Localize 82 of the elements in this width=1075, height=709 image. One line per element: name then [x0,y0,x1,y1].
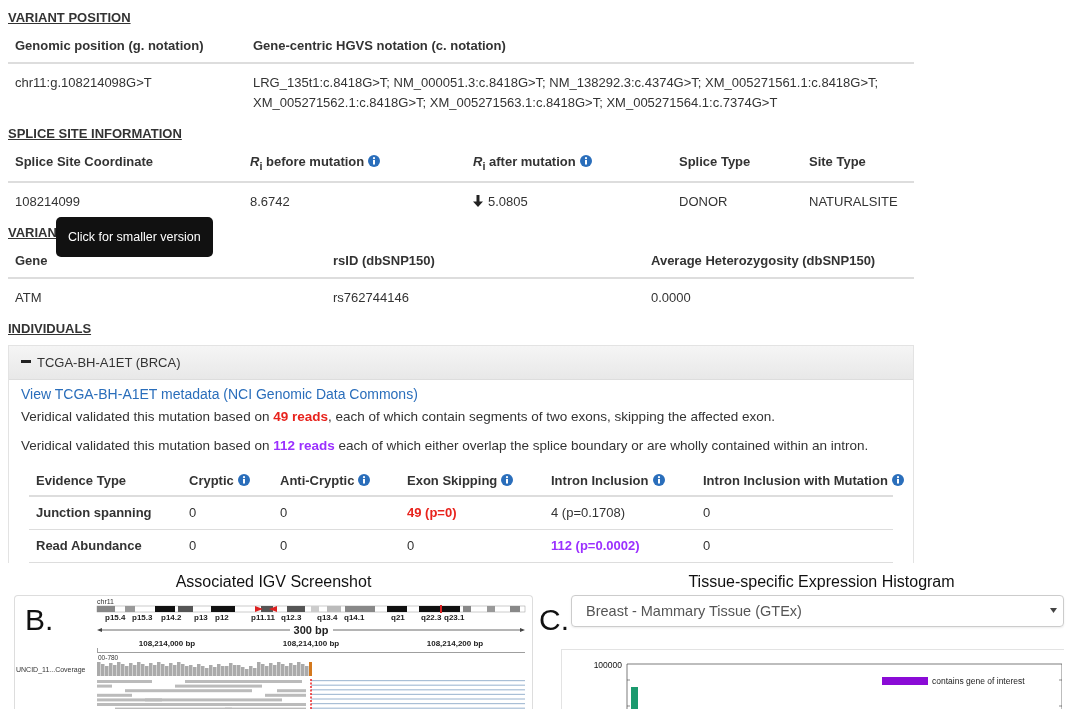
info-icon[interactable] [579,155,592,167]
table-cell: 0 [273,496,400,530]
band-label: p12 [215,612,229,622]
table-cell: 49 (p=0) [400,496,544,530]
figure-title: Tissue-specific Expression Histogram [688,572,955,590]
tissue-dropdown[interactable]: Breast - Mammary Tissue (GTEx) [571,594,1064,627]
table-cell: 4 (p=0.1708) [544,496,696,530]
info-icon[interactable] [358,473,371,486]
metadata-link[interactable]: View TCGA-BH-A1ET metadata (NCI Genomic Data Commons) [21,385,418,408]
legend-swatch [882,676,928,685]
table-cell-text: 0.0000 [650,288,692,307]
figure-title: Associated IGV Screenshot [175,572,372,590]
band-label: q23.1 [444,612,465,622]
column-header: rsID (dbSNP150) [333,252,435,268]
info-icon[interactable] [501,473,514,486]
section-heading: SPLICE SITE INFORMATION [8,125,182,143]
info-icon[interactable] [891,473,904,486]
validation-text: Veridical validated this mutation based on 112 reads each of which either overlap the splice boundary or are wholly contained within an intron. [21,436,870,455]
tooltip: Click for smaller version [56,216,213,257]
panel-title: TCGA-BH-A1ET (BRCA) [37,354,181,370]
table-cell: 0 [400,529,544,563]
column-header: Splice Site Coordinate [15,154,153,169]
table-cell-text: DONOR [678,192,729,211]
table-cell: 0 [696,496,893,530]
table-cell-text: 8.6742 [249,192,291,211]
legend-label: contains gene of interest [932,675,1025,686]
band-label: p15.4 [105,612,126,622]
band-label: p15.3 [132,612,153,622]
figure-label: B. [25,602,54,636]
table-cell: Read Abundance [29,529,182,563]
band-label: p13 [194,612,208,622]
table-cell-text: 108214099 [14,192,82,211]
figure-label: C. [539,601,567,635]
section-heading: VARIAN [8,223,57,242]
band-label: q22.3 [421,612,442,622]
info-icon[interactable] [368,155,381,167]
table-cell: 0 [273,529,400,563]
table-cell: 5.0805 [488,193,528,209]
histogram-bar [631,686,638,709]
column-header: Exon Skipping [407,472,498,488]
table-cell: 0 [182,496,273,530]
band-label: p11.11 [251,612,276,622]
table-cell-text: ATM [14,288,43,307]
column-header: Anti-Cryptic [280,472,355,488]
table-cell-text: chr11:g.108214098G>T [14,74,153,92]
section-heading: VARIANT POSITION [8,9,131,27]
info-icon[interactable] [652,473,665,486]
column-header: Splice Type [679,154,751,169]
table-cell-text: LRG_135t1:c.8418G>T; NM_000051.3:c.8418G>T; NM_138292.3:c.4374G>T; XM_005271561.1:c.8418G>T; XM_005271562.1:c.8418G>T; XM_005271563.1:c.8418G>T; XM_005271564.1:c.7374G>T [252,74,880,112]
band-label: q12.3 [281,612,302,622]
column-header: R$_{i}$ before mutation [250,154,365,169]
column-header: Site Type [809,154,866,169]
axis-tick-label: 100000 [593,659,622,670]
column-header: R$_{i}$ after mutation [473,154,576,169]
column-header: Intron Inclusion with Mutation [703,472,888,488]
column-header: Cryptic [189,472,234,488]
span-label: 300 bp [293,623,329,636]
table-cell-text: NATURALSITE [808,192,899,211]
position-label: 108,214,200 bp [426,638,484,648]
section-heading: INDIVIDUALS [8,319,92,338]
band-label: p14.2 [161,612,182,622]
column-header: Evidence Type [36,472,127,488]
column-header: Genomic position (g. notation) [15,38,204,53]
table-cell: 0 [696,529,893,563]
column-header: Intron Inclusion [551,472,649,488]
table-cell: Junction spanning [29,496,182,530]
band-label: q14.1 [344,612,365,622]
caret-icon [1050,608,1057,614]
info-icon[interactable] [237,473,250,486]
band-label: q21 [391,612,405,622]
column-header: Average Heterozygosity (dbSNP150) [651,252,876,268]
table-cell: 0 [182,529,273,563]
band-label: q13.4 [317,612,338,622]
collapse-icon [21,360,31,365]
validation-text: Veridical validated this mutation based on 49 reads, each of which contain segments of two exons, skipping the affected exon. [21,407,776,426]
table-cell-text: rs762744146 [332,288,410,307]
panel-header[interactable]: TCGA-BH-A1ET (BRCA) [9,345,913,380]
position-label: 108,214,000 bp [138,638,196,648]
column-header: Gene-centric HGVS notation (c. notation) [253,38,506,53]
column-header: Gene [15,252,48,268]
position-label: 108,214,100 bp [282,638,340,648]
table-cell: 112 (p=0.0002) [544,529,696,563]
